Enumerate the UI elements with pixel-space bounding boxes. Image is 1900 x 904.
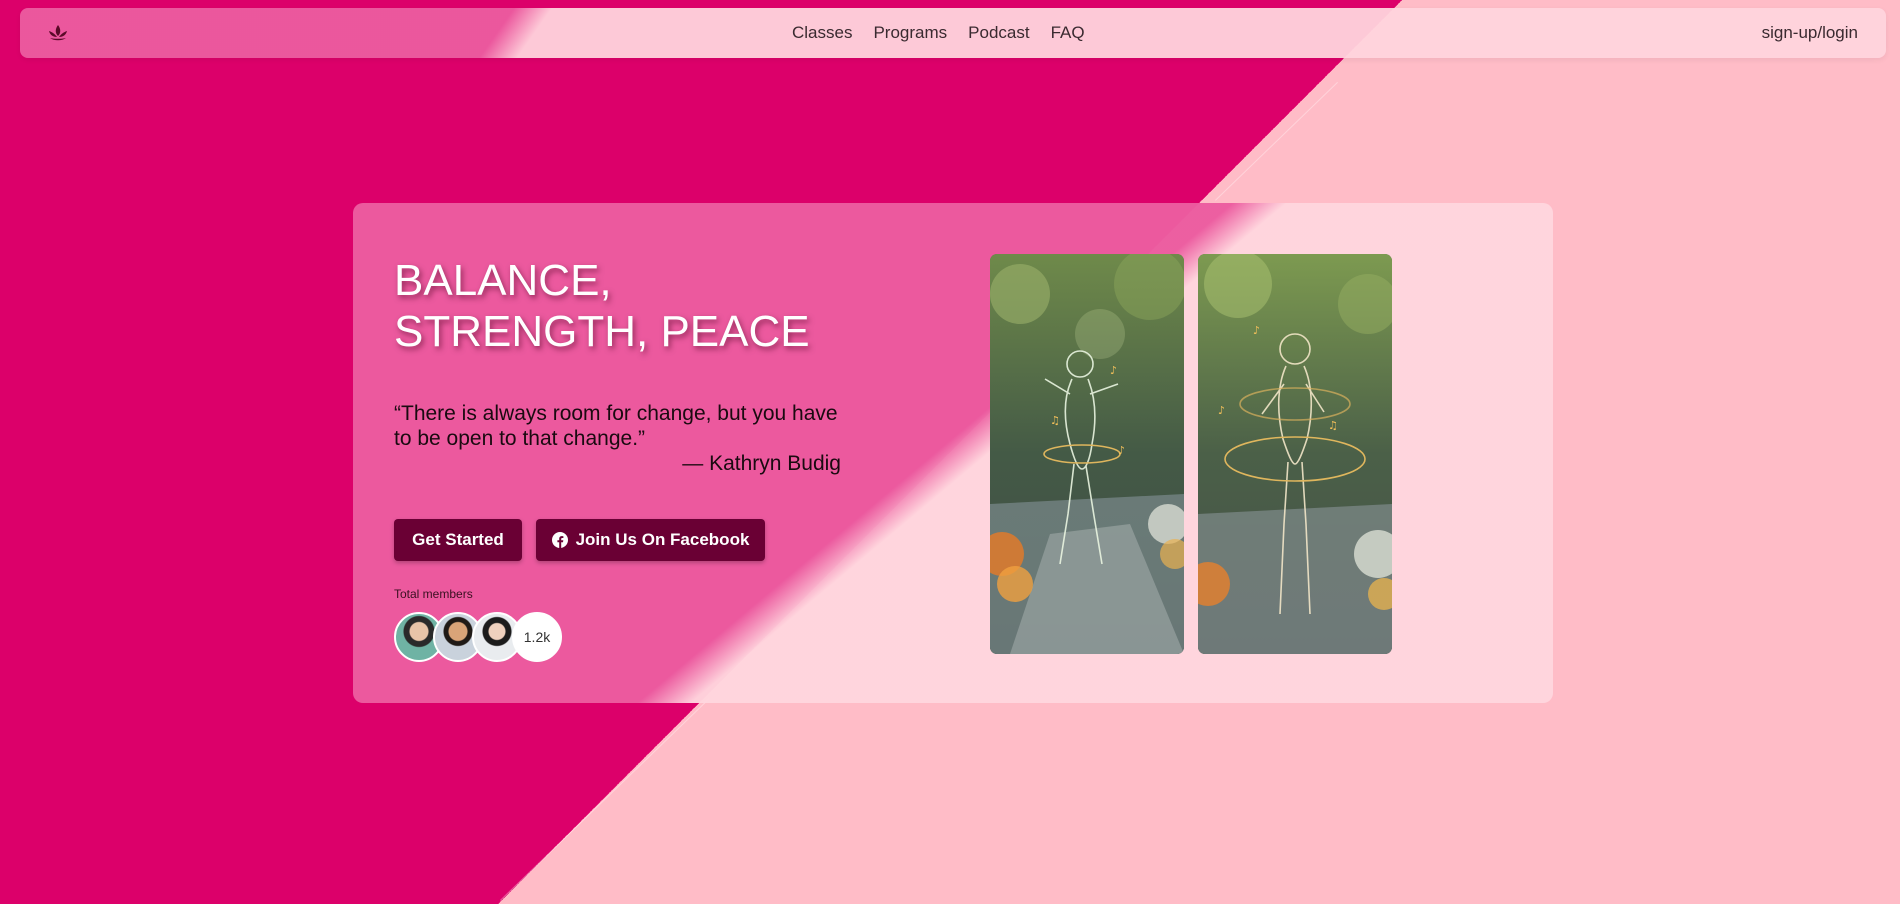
get-started-label: Get Started [412,530,504,549]
background-streak [500,698,710,901]
quote-author: — Kathryn Budig [682,452,841,475]
facebook-icon [551,532,568,548]
nav-link-programs[interactable]: Programs [873,23,947,43]
lotus-icon[interactable] [46,22,70,44]
nav-links: Classes Programs Podcast FAQ [792,8,1085,58]
get-started-button[interactable]: Get Started [394,519,522,561]
hero-title: BALANCE, STRENGTH, PEACE [394,256,810,356]
svg-text:♪: ♪ [1110,364,1117,377]
svg-text:♫: ♫ [1328,419,1338,432]
total-members-label: Total members [394,587,473,601]
join-facebook-button[interactable]: Join Us On Facebook [536,519,765,561]
svg-text:♪: ♪ [1253,324,1260,337]
svg-text:♪: ♪ [1118,444,1125,457]
nav-link-podcast[interactable]: Podcast [968,23,1029,43]
glowing-dancer-image-1: ♪ ♫ ♪ [990,254,1184,654]
hero-card: BALANCE, STRENGTH, PEACE “There is alway… [353,203,1553,703]
svg-text:♫: ♫ [1050,414,1060,427]
hero-quote: “There is always room for change, but yo… [394,402,838,450]
nav-link-classes[interactable]: Classes [792,23,852,43]
svg-text:♪: ♪ [1218,404,1225,417]
nav-link-faq[interactable]: FAQ [1051,23,1085,43]
member-count-badge: 1.2k [512,612,562,662]
signup-login-link[interactable]: sign-up/login [1762,8,1858,58]
join-facebook-label: Join Us On Facebook [575,530,750,549]
top-navbar: Classes Programs Podcast FAQ sign-up/log… [20,8,1886,58]
glowing-dancer-image-2: ♪ ♫ ♪ [1198,254,1392,654]
member-avatars: 1.2k [394,612,574,662]
background-streak [1215,81,1338,201]
